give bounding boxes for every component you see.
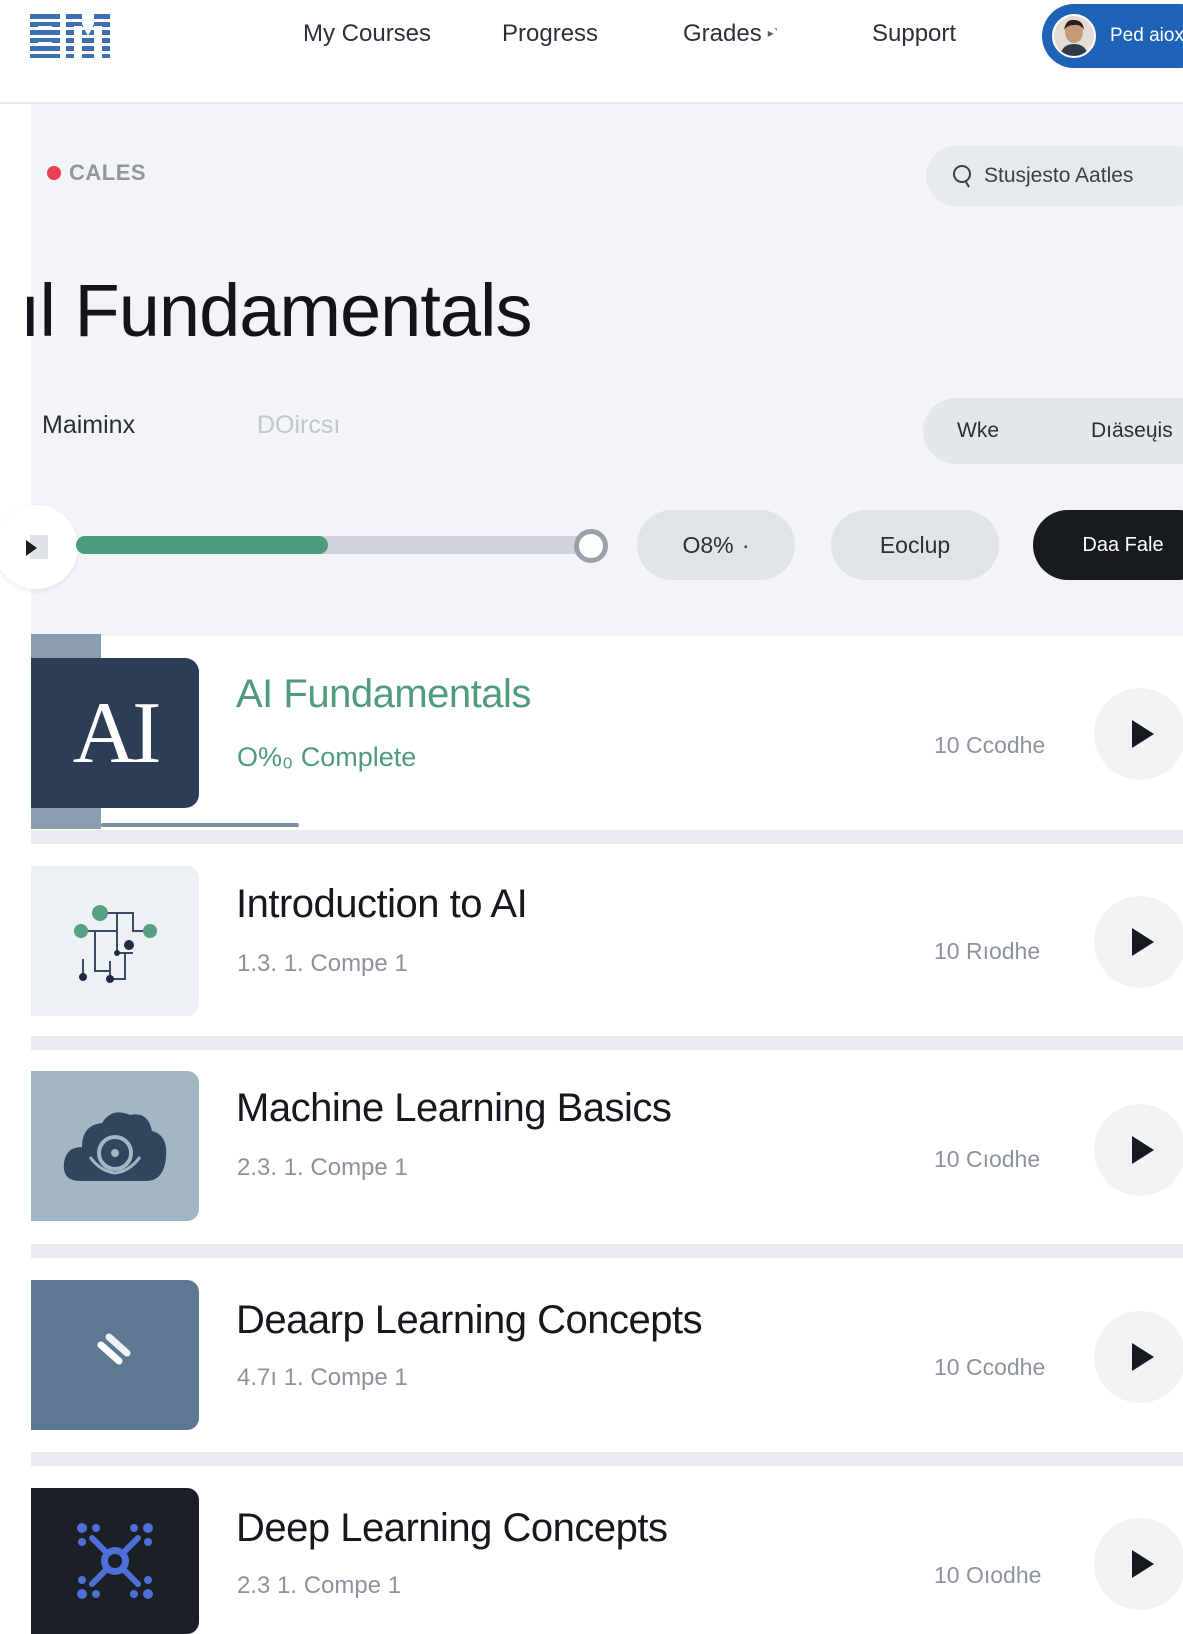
course-play-button[interactable] [1094, 688, 1183, 780]
category-label: CALES [47, 160, 146, 186]
eoclup-button[interactable]: Eoclup [831, 510, 999, 580]
double-slash-icon [97, 1333, 131, 1365]
view-toggle: Wke Dıäseųis [923, 398, 1183, 464]
nav-grades[interactable]: Grades ▸˺ [683, 20, 778, 48]
nav-progress[interactable]: Progress [502, 20, 598, 48]
row-divider [31, 1452, 1183, 1466]
category-text: CALES [69, 160, 147, 185]
play-icon [26, 540, 37, 556]
course-row-intro-ai[interactable]: Introduction to AI 1.3. 1. Compe 1 10 Rı… [31, 844, 1183, 1036]
row-divider [31, 1244, 1183, 1258]
search-label: Stusjesto Aatles [984, 164, 1134, 187]
play-icon [1132, 1550, 1154, 1578]
course-play-button[interactable] [1094, 1104, 1183, 1196]
course-title: Introduction to AI [236, 882, 528, 926]
status-dot-icon [47, 166, 61, 180]
course-lesson-count: 10 Ccodhe [934, 1354, 1046, 1380]
course-progress-text: O%₀ Complete [237, 742, 417, 772]
network-icon [31, 1488, 199, 1634]
course-lesson-count: 10 Ccodhe [934, 732, 1046, 758]
search-icon [953, 165, 971, 188]
tab-doircs[interactable]: DOircsı [257, 411, 340, 440]
course-lesson-count: 10 Oıodhe [934, 1562, 1042, 1588]
course-lesson-count: 10 Rıodhe [934, 938, 1041, 964]
cloud-icon [63, 1112, 167, 1181]
user-menu-button[interactable]: Ped aiox [1042, 4, 1183, 68]
progress-slider-handle[interactable] [574, 529, 608, 563]
user-name: Ped aiox [1110, 25, 1183, 46]
play-icon [1132, 1343, 1154, 1371]
primary-action-button[interactable]: Daa Fale [1033, 510, 1183, 580]
brand-logo[interactable] [30, 12, 110, 58]
nav-support[interactable]: Support [872, 20, 956, 48]
course-play-button[interactable] [1094, 1518, 1183, 1610]
active-row-underline [101, 823, 299, 827]
row-divider [31, 830, 1183, 844]
segment-wke[interactable]: Wke [957, 419, 999, 443]
search-button[interactable]: Stusjesto Aatles [926, 146, 1183, 206]
nav-grades-label: Grades [683, 20, 762, 47]
play-icon [1132, 1136, 1154, 1164]
course-progress-text: 2.3 1. Compe 1 [237, 1572, 402, 1599]
ai-icon: AI [31, 658, 199, 808]
course-lesson-count: 10 Cıodhe [934, 1146, 1041, 1172]
course-title: Deaarp Learning Concepts [236, 1298, 703, 1342]
course-play-button[interactable] [1094, 1311, 1183, 1403]
avatar [1052, 14, 1096, 58]
top-nav: My Courses Progress Grades ▸˺ Support Ped… [0, 0, 1183, 104]
circuit-icon [31, 866, 199, 1016]
course-progress-text: 2.3. 1. Compe 1 [237, 1154, 408, 1181]
user-avatar-icon [1054, 16, 1094, 56]
ai-thumb-text: AI [72, 684, 162, 782]
percent-dropdown[interactable]: O8% · [637, 510, 795, 580]
course-progress-text: 1.3. 1. Compe 1 [237, 950, 408, 977]
play-icon [1132, 720, 1154, 748]
row-divider [31, 1036, 1183, 1050]
course-progress-text: 4.7ı 1. Compe 1 [237, 1364, 408, 1391]
course-row-deaarp-learning[interactable]: Deaarp Learning Concepts 4.7ı 1. Compe 1… [31, 1258, 1183, 1452]
chevron-down-icon: ▸˺ [767, 26, 778, 40]
circuit-diagram-icon [74, 905, 157, 983]
progress-fill [76, 536, 328, 554]
course-title: AI Fundamentals [236, 672, 531, 716]
course-title: Deep Learning Concepts [236, 1506, 668, 1550]
nav-my-courses[interactable]: My Courses [303, 20, 431, 48]
course-title: Machine Learning Basics [236, 1086, 672, 1130]
tab-maiminx[interactable]: Maiminx [42, 411, 135, 440]
slash-icon [31, 1280, 199, 1430]
neural-network-icon [77, 1523, 153, 1599]
page-title: ıl Fundamentals [20, 269, 532, 352]
course-row-ml-basics[interactable]: Machine Learning Basics 2.3. 1. Compe 1 … [31, 1050, 1183, 1244]
course-progress-bar[interactable] [76, 536, 590, 554]
segment-diaseuis[interactable]: Dıäseųis [1091, 419, 1173, 443]
course-row-deep-learning[interactable]: Deep Learning Concepts 2.3 1. Compe 1 10… [31, 1466, 1183, 1634]
ibm-logo-icon [30, 14, 110, 58]
play-icon [1132, 928, 1154, 956]
cloud-brain-icon [31, 1071, 199, 1221]
course-play-button[interactable] [1094, 896, 1183, 988]
course-row-ai-fundamentals[interactable]: AI AI Fundamentals O%₀ Complete 10 Ccodh… [31, 636, 1183, 830]
